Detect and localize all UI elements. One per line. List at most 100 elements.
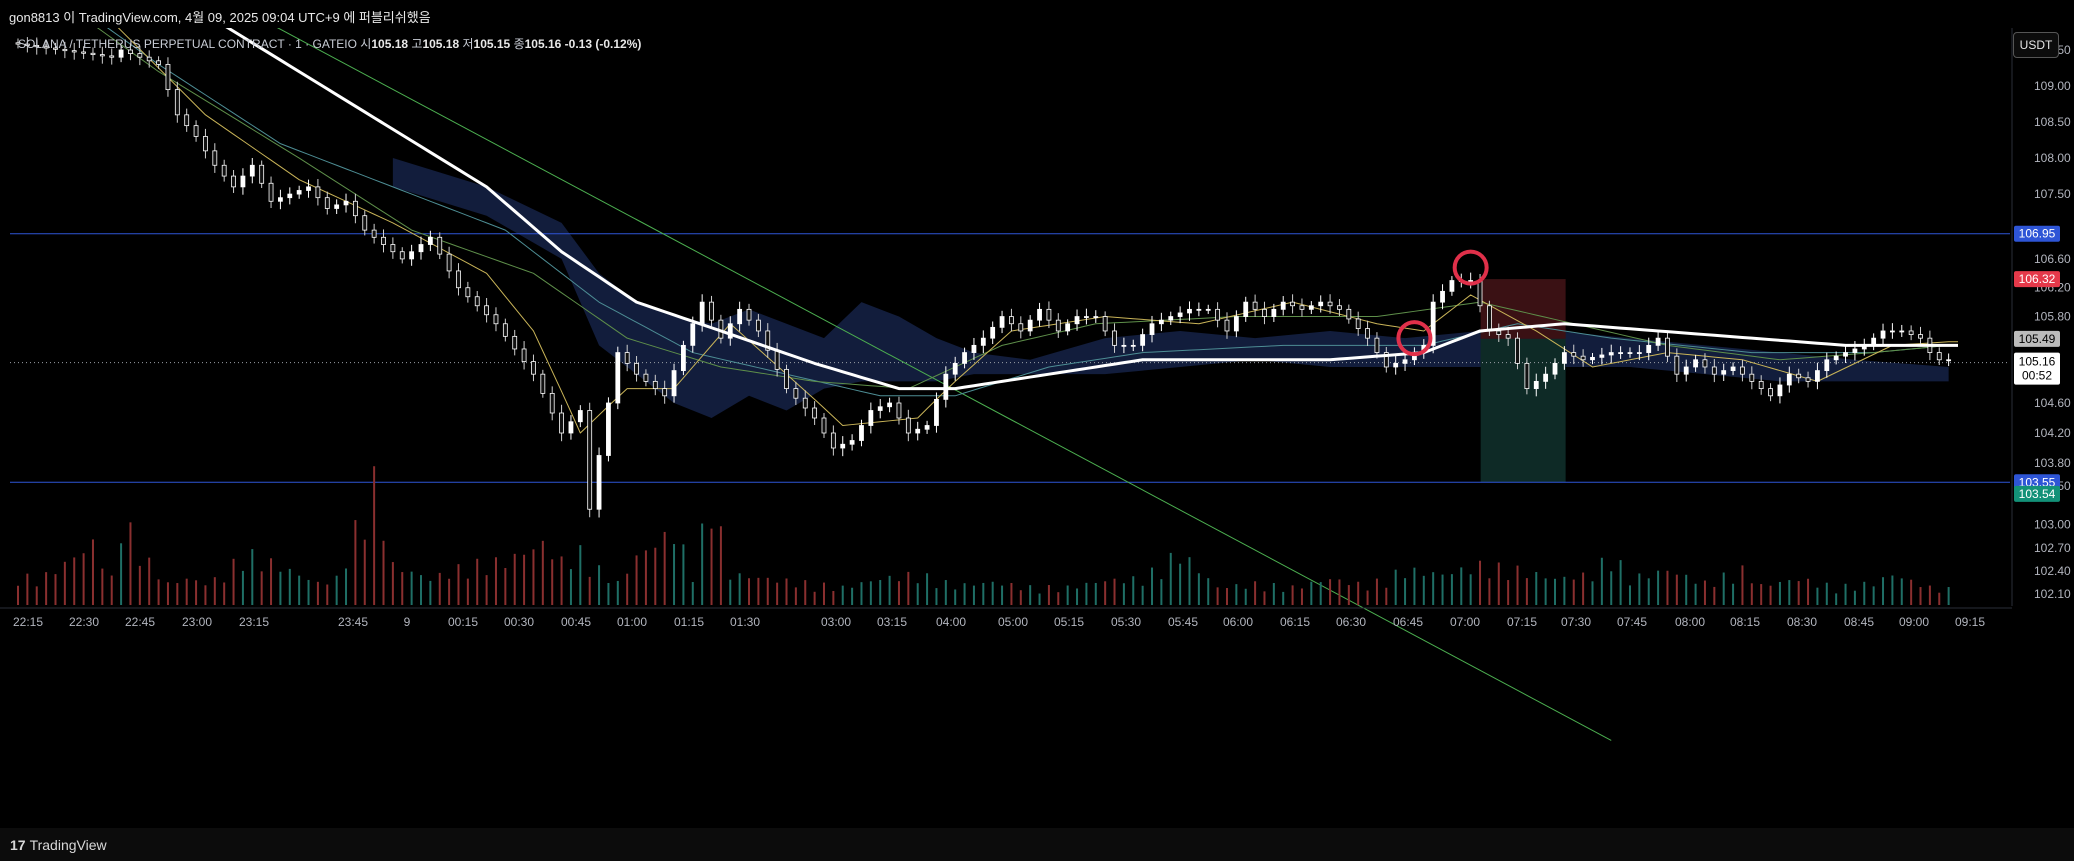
time-tick-label: 07:45 — [1617, 615, 1647, 629]
candle-body — [671, 370, 677, 397]
candle-body — [1552, 362, 1558, 375]
volume-bar — [1788, 580, 1791, 605]
candle — [1524, 357, 1530, 395]
volume-bar — [1657, 570, 1660, 605]
volume-bar — [1179, 563, 1182, 605]
volume-bar — [1404, 578, 1407, 605]
candle-body — [1918, 334, 1923, 339]
candle-body — [193, 125, 199, 137]
candle-body — [887, 402, 892, 408]
volume-bar — [54, 574, 57, 605]
candle-body — [652, 380, 658, 389]
candle-body — [184, 114, 190, 127]
volume-bar — [1507, 580, 1510, 605]
volume-bar — [232, 558, 235, 605]
volume-bar — [1010, 582, 1013, 605]
time-tick-label: 03:15 — [877, 615, 907, 629]
volume-bar — [429, 580, 432, 605]
candle-body — [915, 428, 921, 434]
volume-bar — [1216, 587, 1219, 605]
volume-bar — [851, 587, 854, 605]
volume-bar — [1722, 572, 1725, 605]
price-tick-label: 103.80 — [2034, 456, 2071, 470]
price-tick-label: 104.60 — [2034, 396, 2071, 410]
volume-bar — [1235, 584, 1238, 605]
volume-bar — [1591, 581, 1594, 605]
price-label-text: 105.49 — [2019, 332, 2056, 346]
volume-bar — [1600, 557, 1603, 605]
volume-bar — [523, 554, 526, 605]
volume-bar — [363, 539, 366, 605]
candle-body — [240, 175, 246, 188]
volume-bar — [1741, 565, 1744, 605]
time-tick-label: 05:30 — [1111, 615, 1141, 629]
close-label: 종 — [513, 37, 525, 51]
candle-body — [390, 244, 396, 253]
volume-bar — [532, 549, 535, 605]
time-tick-label: 06:00 — [1223, 615, 1253, 629]
candle-body — [1636, 352, 1642, 354]
volume-bar — [157, 579, 160, 605]
candle-body — [971, 344, 977, 353]
volume-bar — [1891, 575, 1894, 605]
volume-bar — [223, 582, 226, 605]
candle-body — [793, 388, 799, 399]
volume-bar — [1685, 574, 1688, 605]
candle-body — [1711, 366, 1717, 375]
candle — [681, 340, 686, 376]
time-tick-label: 22:45 — [125, 615, 155, 629]
candle-body — [399, 251, 405, 260]
price-label-text: 106.32 — [2019, 272, 2056, 286]
currency-button[interactable]: USDT — [2013, 32, 2059, 58]
volume-bar — [888, 575, 891, 605]
candle-body — [203, 136, 208, 152]
volume-bar — [1329, 579, 1332, 605]
candle-body — [1815, 370, 1820, 382]
time-tick-label: 23:00 — [182, 615, 212, 629]
volume-bar — [1769, 585, 1772, 605]
volume-bar — [766, 577, 769, 605]
volume-bar — [1019, 590, 1022, 605]
candle-body — [1946, 359, 1952, 362]
candle-body — [1299, 305, 1305, 310]
price-tick-label: 107.50 — [2034, 187, 2071, 201]
volume-bar — [926, 573, 929, 605]
candle — [615, 346, 621, 410]
candle-body — [1786, 373, 1792, 386]
candle-body — [1571, 352, 1577, 357]
time-tick-label: 09:15 — [1955, 615, 1985, 629]
time-tick-label: 06:15 — [1280, 615, 1310, 629]
candle-body — [174, 89, 180, 116]
candle-body — [1205, 308, 1211, 311]
candle-body — [568, 421, 574, 434]
candle-body — [1440, 290, 1445, 303]
volume-bar — [1825, 582, 1828, 605]
low-label: 저 — [462, 37, 474, 51]
volume-bar — [644, 550, 647, 605]
volume-bar — [1535, 572, 1538, 605]
volume-bar — [260, 571, 263, 605]
open-label: 시 — [360, 37, 372, 51]
volume-bar — [822, 582, 825, 605]
price-chart[interactable]: 109.50109.00108.50108.00107.50103.80103.… — [0, 28, 2074, 828]
volume-bar — [1582, 572, 1585, 605]
volume-bar — [954, 589, 957, 605]
volume-bar — [129, 522, 132, 605]
candle-body — [1055, 319, 1061, 332]
volume-bar — [1450, 574, 1453, 605]
candle-body — [1824, 359, 1830, 371]
volume-bar — [26, 573, 29, 605]
last-price-text: 105.16 — [2019, 355, 2056, 369]
tradingview-icon: 17 — [10, 837, 26, 853]
candle-body — [1618, 352, 1624, 354]
candle-body — [1580, 355, 1586, 361]
candle — [540, 369, 546, 398]
time-tick-label: 08:00 — [1675, 615, 1705, 629]
candle-body — [296, 190, 302, 195]
tradingview-logo[interactable]: 17 TradingView — [10, 837, 107, 853]
candle-body — [606, 402, 611, 456]
candle-body — [343, 200, 349, 206]
volume-bar — [1488, 578, 1491, 605]
candle-body — [1449, 280, 1455, 292]
chart-area[interactable]: 109.50109.00108.50108.00107.50103.80103.… — [0, 28, 2074, 828]
